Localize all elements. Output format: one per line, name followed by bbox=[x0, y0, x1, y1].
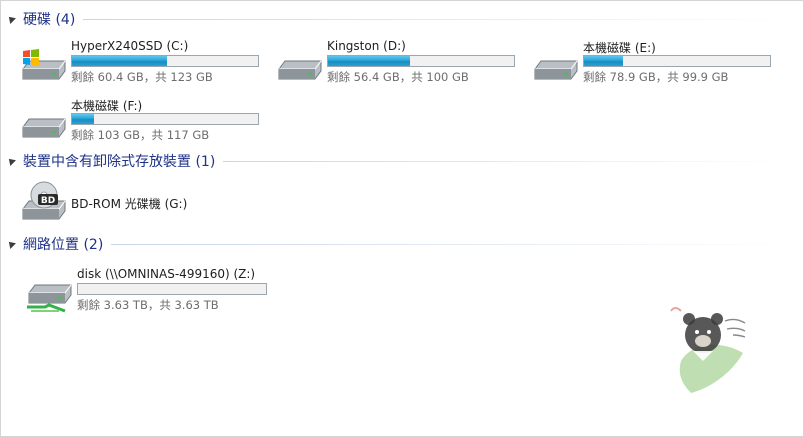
bear-mascot-watermark bbox=[670, 307, 746, 393]
group-divider bbox=[223, 160, 797, 162]
drive-name: 本機磁碟 (E:) bbox=[583, 41, 656, 55]
drive-free-space: 剩餘 78.9 GB，共 99.9 GB bbox=[583, 70, 729, 84]
drive-usage-bar bbox=[77, 283, 267, 295]
group-header-network-locations[interactable]: 網路位置 (2) bbox=[6, 234, 797, 254]
drive-usage-bar bbox=[71, 55, 259, 67]
drive-free-space: 剩餘 3.63 TB，共 3.63 TB bbox=[77, 298, 219, 312]
explorer-computer-view: 硬碟 (4) HyperX240SSD (C:) 剩餘 60.4 GB，共 12… bbox=[0, 0, 804, 437]
bd-badge: BD bbox=[41, 196, 55, 206]
drive-usage-bar bbox=[327, 55, 515, 67]
hard-drive-icon bbox=[22, 118, 66, 138]
drive-item-e[interactable]: 本機磁碟 (E:) 剩餘 78.9 GB，共 99.9 GB bbox=[531, 39, 781, 89]
hard-drive-icon bbox=[534, 60, 578, 80]
group-divider bbox=[83, 18, 797, 20]
collapse-arrow-icon[interactable] bbox=[6, 156, 16, 166]
group-title: 裝置中含有卸除式存放裝置 (1) bbox=[23, 154, 216, 170]
drive-free-space: 剩餘 103 GB，共 117 GB bbox=[71, 128, 210, 142]
drive-item-d[interactable]: Kingston (D:) 剩餘 56.4 GB，共 100 GB bbox=[275, 39, 525, 89]
drive-usage-fill bbox=[584, 56, 624, 66]
collapse-arrow-icon[interactable] bbox=[6, 14, 16, 24]
group-header-hard-drives[interactable]: 硬碟 (4) bbox=[6, 9, 797, 29]
drive-name: HyperX240SSD (C:) bbox=[71, 39, 189, 53]
drive-name: Kingston (D:) bbox=[327, 39, 406, 53]
group-title: 網路位置 (2) bbox=[23, 237, 104, 253]
network-drive-icon bbox=[27, 284, 72, 313]
drive-usage-fill bbox=[72, 114, 95, 124]
drive-item-f[interactable]: 本機磁碟 (F:) 剩餘 103 GB，共 117 GB bbox=[19, 97, 269, 147]
group-divider bbox=[111, 243, 797, 245]
windows-system-drive-icon bbox=[22, 49, 66, 80]
drive-item-g[interactable]: BD BD-ROM 光碟機 (G:) bbox=[19, 181, 269, 231]
drive-name: BD-ROM 光碟機 (G:) bbox=[71, 197, 188, 211]
drive-usage-fill bbox=[72, 56, 167, 66]
bd-rom-drive-icon: BD bbox=[22, 181, 66, 220]
group-title: 硬碟 (4) bbox=[23, 12, 76, 28]
drive-name: 本機磁碟 (F:) bbox=[71, 99, 143, 113]
drive-free-space: 剩餘 56.4 GB，共 100 GB bbox=[327, 70, 469, 84]
drive-usage-bar bbox=[583, 55, 771, 67]
drive-item-c[interactable]: HyperX240SSD (C:) 剩餘 60.4 GB，共 123 GB bbox=[19, 39, 269, 89]
group-header-removable-storage[interactable]: 裝置中含有卸除式存放裝置 (1) bbox=[6, 151, 797, 171]
hard-drive-icon bbox=[278, 60, 322, 80]
collapse-arrow-icon[interactable] bbox=[6, 239, 16, 249]
drive-usage-fill bbox=[328, 56, 410, 66]
drive-item-z[interactable]: disk (\\OMNINAS-499160) (Z:) 剩餘 3.63 TB，… bbox=[25, 267, 285, 317]
drive-usage-bar bbox=[71, 113, 259, 125]
drive-name: disk (\\OMNINAS-499160) (Z:) bbox=[77, 267, 256, 281]
drive-free-space: 剩餘 60.4 GB，共 123 GB bbox=[71, 70, 213, 84]
